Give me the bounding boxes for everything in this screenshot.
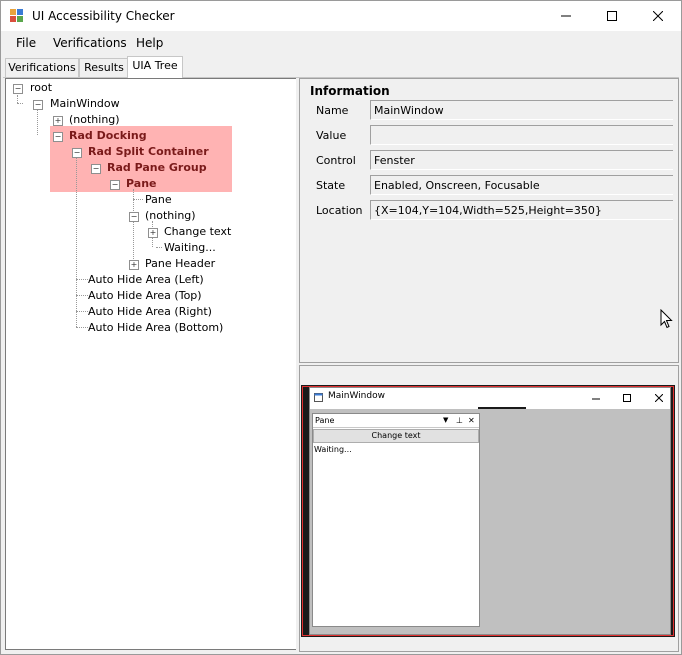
tree-node-change-text[interactable]: Change text <box>164 225 231 239</box>
preview-change-text-button: Change text <box>313 429 479 443</box>
property-value-control[interactable]: Fenster <box>370 150 673 170</box>
expand-icon[interactable]: + <box>53 116 63 126</box>
collapse-icon[interactable]: − <box>33 100 43 110</box>
tree-node-auto-hide-top[interactable]: Auto Hide Area (Top) <box>88 289 202 303</box>
information-panel: Information Name MainWindow Value Contro… <box>299 78 679 363</box>
app-icon <box>10 9 23 22</box>
property-value-location[interactable]: {X=104,Y=104,Width=525,Height=350} <box>370 200 673 220</box>
tree-node-rad-docking[interactable]: Rad Docking <box>69 129 147 143</box>
preview-window-title: MainWindow <box>328 391 385 401</box>
preview-window-body: Pane ▼ ⊥ ✕ Change text Waiting... <box>310 409 670 634</box>
tree-node-nothing[interactable]: (nothing) <box>69 113 120 127</box>
tree-node-nothing-2[interactable]: (nothing) <box>145 209 196 223</box>
tree-connector <box>76 279 88 280</box>
collapse-icon[interactable]: − <box>13 84 23 94</box>
tree-node-root[interactable]: root <box>30 81 52 95</box>
preview-window: MainWindow Pane ▼ ⊥ ✕ Change text Waitin… <box>309 387 671 635</box>
menu-file[interactable]: File <box>16 36 36 50</box>
collapse-icon[interactable]: − <box>91 164 101 174</box>
collapse-icon[interactable]: − <box>110 180 120 190</box>
tree-connector <box>17 103 23 104</box>
tree-connector <box>37 109 38 135</box>
menu-bar: File Verifications Help <box>1 32 681 54</box>
property-label: Value <box>316 129 347 142</box>
property-value-state[interactable]: Enabled, Onscreen, Focusable <box>370 175 673 195</box>
preview-pane-title: Pane <box>315 416 335 425</box>
tree-connector <box>17 95 18 103</box>
close-icon <box>653 11 663 21</box>
tree-node-auto-hide-left[interactable]: Auto Hide Area (Left) <box>88 273 204 287</box>
expand-icon[interactable]: + <box>148 228 158 238</box>
close-icon: ✕ <box>468 416 475 425</box>
minimize-button[interactable] <box>543 1 589 31</box>
preview-pane-header: Pane ▼ ⊥ ✕ <box>313 414 479 428</box>
close-icon <box>655 394 663 402</box>
property-label: Location <box>316 204 363 217</box>
tree-node-waiting[interactable]: Waiting... <box>164 241 216 255</box>
preview-panel: MainWindow Pane ▼ ⊥ ✕ Change text Waitin… <box>299 365 679 652</box>
tree-node-rad-split-container[interactable]: Rad Split Container <box>88 145 209 159</box>
expand-icon[interactable]: + <box>129 260 139 270</box>
tree-connector <box>76 311 88 312</box>
dropdown-icon: ▼ <box>443 416 449 424</box>
window-title: UI Accessibility Checker <box>32 9 175 23</box>
property-value-name[interactable]: MainWindow <box>370 100 673 120</box>
app-window: UI Accessibility Checker File Verificati… <box>0 0 682 655</box>
information-title: Information <box>310 84 390 98</box>
pin-icon: ⊥ <box>456 416 463 425</box>
property-label: Name <box>316 104 349 117</box>
tree-node-auto-hide-right[interactable]: Auto Hide Area (Right) <box>88 305 212 319</box>
tree-connector <box>76 295 88 296</box>
tree-node-pane-header[interactable]: Pane Header <box>145 257 215 271</box>
tree-connector <box>156 247 162 248</box>
mouse-cursor-icon <box>660 309 673 329</box>
window-icon <box>314 393 323 402</box>
maximize-button[interactable] <box>589 1 635 31</box>
uia-tree-view[interactable]: − root − MainWindow + (nothing) − Rad Do… <box>5 78 297 650</box>
preview-status-text: Waiting... <box>314 445 352 454</box>
tree-connector <box>133 199 143 200</box>
tree-node-mainwindow[interactable]: MainWindow <box>50 97 120 111</box>
menu-help[interactable]: Help <box>136 36 163 50</box>
menu-verifications[interactable]: Verifications <box>53 36 127 50</box>
minimize-icon <box>561 15 571 17</box>
tree-connector <box>76 327 88 328</box>
tree-node-auto-hide-bottom[interactable]: Auto Hide Area (Bottom) <box>88 321 223 335</box>
property-label: Control <box>316 154 356 167</box>
tree-connector <box>133 189 134 263</box>
tab-verifications[interactable]: Verifications <box>5 58 79 77</box>
preview-title-bar: MainWindow <box>310 388 670 408</box>
collapse-icon[interactable]: − <box>129 212 139 222</box>
minimize-icon <box>592 398 600 400</box>
tree-connector <box>76 157 77 327</box>
tree-node-pane-selected[interactable]: Pane <box>126 177 156 191</box>
tab-uia-tree[interactable]: UIA Tree <box>127 56 183 78</box>
maximize-icon <box>607 11 617 21</box>
property-value-value[interactable] <box>370 125 673 145</box>
tree-node-pane[interactable]: Pane <box>145 193 172 207</box>
close-button[interactable] <box>635 1 681 31</box>
preview-pane: Pane ▼ ⊥ ✕ Change text Waiting... <box>312 413 480 627</box>
title-bar[interactable]: UI Accessibility Checker <box>1 1 681 31</box>
tree-node-rad-pane-group[interactable]: Rad Pane Group <box>107 161 207 175</box>
tab-results[interactable]: Results <box>79 58 129 77</box>
maximize-icon <box>623 394 631 402</box>
property-label: State <box>316 179 346 192</box>
collapse-icon[interactable]: − <box>53 132 63 142</box>
collapse-icon[interactable]: − <box>72 148 82 158</box>
